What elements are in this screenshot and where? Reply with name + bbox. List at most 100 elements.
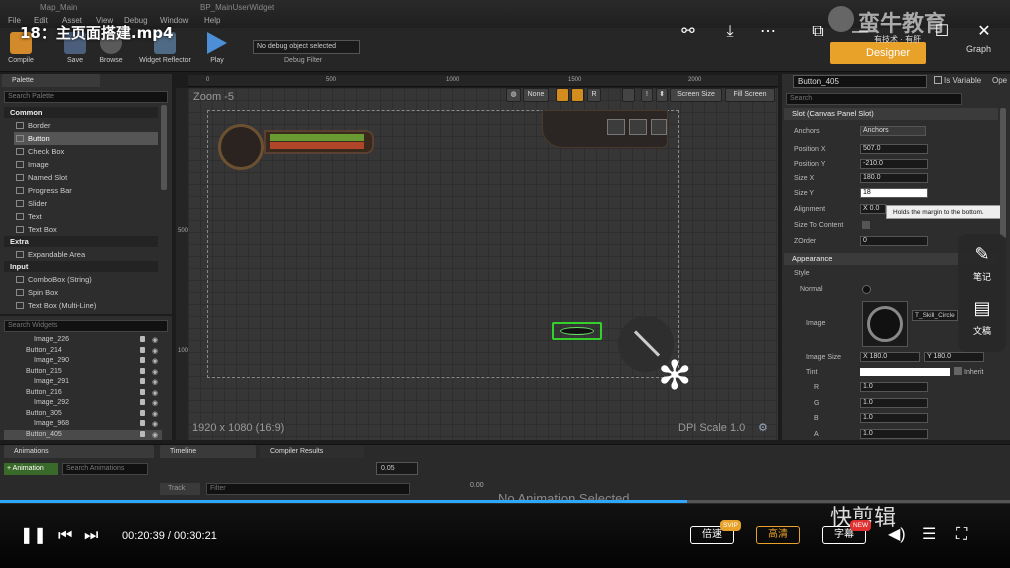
track-button[interactable]: Track [160,483,200,495]
size-y-field[interactable]: 18 [860,188,928,198]
designer-tab[interactable]: Designer [830,42,926,64]
hierarchy-item[interactable]: Image_968 ◉ [4,419,162,430]
hierarchy-item[interactable]: Button_305 ◉ [4,409,162,420]
lock-icon[interactable] [140,430,145,437]
playlist-icon[interactable]: ☰ [922,527,936,543]
a-field[interactable]: 1.0 [860,429,928,439]
pause-icon[interactable]: ❚❚ [20,528,47,544]
pip-icon[interactable]: ⧉ [808,22,828,42]
palette-item[interactable]: Button [14,132,158,145]
alignment-x-field[interactable]: X 0.0 [860,204,886,214]
position-y-field[interactable]: -210.0 [860,159,928,169]
grid-icon[interactable] [622,88,635,102]
palette-scrollbar[interactable] [161,105,167,190]
play-button[interactable]: Play [200,32,234,70]
quality-button[interactable]: 高清 [756,526,800,544]
open-label[interactable]: Ope [992,76,1007,85]
download-icon[interactable]: ⤓ [720,22,740,42]
none-button[interactable]: None [523,88,549,102]
palette-item[interactable]: Slider [14,197,158,210]
maximize-icon[interactable]: ☐ [932,22,952,42]
visibility-icon[interactable]: ◉ [152,431,158,442]
hierarchy-item[interactable]: Button_214 ◉ [4,346,162,357]
lock-icon[interactable] [140,357,145,363]
lock-icon[interactable] [140,346,145,353]
image-size-x-field[interactable]: X 180.0 [860,352,920,362]
lock-icon[interactable] [140,367,145,374]
r-field[interactable]: 1.0 [860,382,928,392]
hierarchy-item[interactable]: Image_292 ◉ [4,398,162,409]
tint-color-swatch[interactable] [860,368,950,376]
details-search[interactable]: Search [786,93,962,105]
timeline-tab[interactable]: Timeline [160,445,256,458]
lock-icon[interactable] [140,399,145,405]
b-field[interactable]: 1.0 [860,413,928,423]
screen-size-dropdown[interactable]: Screen Size [670,88,722,102]
hierarchy-item[interactable]: Image_291 ◉ [4,377,162,388]
palette-item[interactable]: ComboBox (String) [14,273,158,286]
volume-icon[interactable]: ◀) [888,527,906,543]
inherit-checkbox[interactable] [954,367,962,375]
more-icon[interactable]: ⋯ [758,22,778,42]
hierarchy-item[interactable]: Button_216 ◉ [4,388,162,399]
widget-name-field[interactable]: Button_405 [793,75,927,88]
compiler-results-tab[interactable]: Compiler Results [260,445,364,458]
lock-icon[interactable] [140,388,145,395]
lock-icon[interactable] [140,378,145,384]
graph-tab[interactable]: Graph [966,44,991,54]
window-tab-map[interactable]: Map_Main [40,3,77,12]
notes-label[interactable]: 笔记 [958,270,1006,283]
filter-search[interactable]: Filter [206,483,410,495]
next-icon[interactable]: ⏭ [84,528,98,544]
g-field[interactable]: 1.0 [860,398,928,408]
size-to-content-checkbox[interactable] [862,221,870,229]
document-label[interactable]: 文稿 [958,324,1006,337]
normal-color-swatch[interactable] [862,285,871,294]
prev-icon[interactable]: ⏮ [58,528,72,544]
user-icon[interactable] [629,119,647,135]
size-x-field[interactable]: 180.0 [860,173,928,183]
notes-icon[interactable]: ✎ [958,244,1006,265]
lock-icon[interactable] [140,336,145,342]
fill-screen-dropdown[interactable]: Fill Screen [725,88,775,102]
window-tab-widget[interactable]: BP_MainUserWidget [200,3,274,12]
pin-icon[interactable]: ⬍ [656,88,668,102]
hierarchy-item[interactable]: Button_215 ◉ [4,367,162,378]
palette-search[interactable]: Search Palette [4,91,168,103]
image-asset-field[interactable]: T_Skill_Circle [912,310,958,321]
share-icon[interactable]: ⚯ [678,22,698,42]
palette-item[interactable]: Text Box (Multi-Line) [14,299,158,312]
fullscreen-icon[interactable]: ⛶ [956,527,967,543]
warning-icon[interactable]: ! [641,88,653,102]
player-frame-image[interactable] [218,114,378,184]
hierarchy-item[interactable]: Image_290 ◉ [4,356,162,367]
trophy-icon[interactable] [607,119,625,135]
dpi-settings-icon[interactable]: ⚙ [758,421,768,434]
menu-file[interactable]: File [8,16,21,25]
is-variable-checkbox[interactable] [934,76,942,84]
lock-icon[interactable] [140,420,145,426]
palette-category[interactable]: Extra [4,236,158,247]
anchors-dropdown[interactable]: Anchors [860,126,926,136]
palette-item[interactable]: Expandable Area [14,248,158,261]
animations-tab[interactable]: Animations [4,445,154,458]
r-button[interactable]: R [587,88,601,102]
palette-item[interactable]: Named Slot [14,171,158,184]
designer-canvas[interactable]: Zoom -5 ✻ 1920 x 1080 (16:9) DPI Scale 1… [188,88,778,440]
palette-item[interactable]: Spin Box [14,286,158,299]
minimize-icon[interactable]: — [850,22,870,42]
slot-section-header[interactable]: Slot (Canvas Panel Slot) [784,108,998,120]
debug-object-select[interactable]: No debug object selected [253,40,360,54]
palette-item[interactable]: Text Box [14,223,158,236]
selected-button-405[interactable] [552,322,602,340]
palette-item[interactable]: Check Box [14,145,158,158]
palette-item[interactable]: Border [14,119,158,132]
lock-icon[interactable] [140,409,145,416]
animations-search[interactable]: Search Animations [62,463,148,475]
palette-item[interactable]: Image [14,158,158,171]
menu-help[interactable]: Help [204,16,220,25]
close-icon[interactable]: ✕ [974,22,994,42]
palette-item[interactable]: Text [14,210,158,223]
playrate-field[interactable]: 0.05 [376,462,418,475]
zorder-field[interactable]: 0 [860,236,928,246]
